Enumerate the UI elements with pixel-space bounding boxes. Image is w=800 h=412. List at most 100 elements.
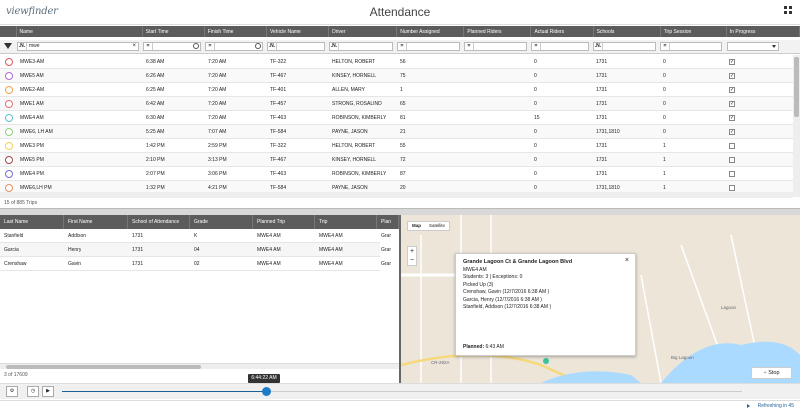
cell-driver: ALLEN, MARY [332,87,365,93]
in-progress-checkbox[interactable] [729,171,735,177]
col-actual-riders[interactable]: Actual Riders [530,26,594,37]
cell-assigned: 72 [400,157,406,163]
col-start-time[interactable]: Start Time [142,26,205,37]
table-row[interactable]: MWE6, LH AM 5:25 AM 7:07 AM TF-584 PAYNE, JA… [0,125,793,139]
timeline-handle[interactable] [262,387,271,396]
cell-actual: 0 [534,101,537,107]
col-plan[interactable]: Plan [377,215,399,229]
col-schools[interactable]: Schools [593,26,661,37]
cell-finish: 7:20 AM [208,101,227,107]
table-row[interactable]: MWE2-AM 6:25 AM 7:20 AM TF-401 ALLEN, MARY 1 0… [0,83,793,97]
in-progress-checkbox[interactable] [729,185,735,191]
table-row[interactable]: MWE4 PM 2:07 PM 3:06 PM TF-463 ROBINSON, KIM… [0,167,793,181]
rider-row[interactable]: Garcia Henry 1731 04 MWE4 AM MWE4 AM Grar [0,243,391,257]
cell-actual: 0 [534,157,537,163]
filter-icon[interactable] [4,43,12,49]
clear-filter-icon[interactable]: × [132,43,136,50]
map-label: CR-292A [431,360,450,365]
col-first-name[interactable]: First Name [64,215,128,229]
actual-filter[interactable]: = [531,42,589,51]
table-row[interactable]: MWE1 AM 6:42 AM 7:20 AM TF-457 STRONG, ROSAL… [0,97,793,111]
col-planned-riders[interactable]: Planned Riders [463,26,532,37]
cell-finish: 7:20 AM [208,115,227,121]
finish-time-filter[interactable]: = [205,42,263,51]
col-last-name[interactable]: Last Name [0,215,64,229]
cell-start: 2:07 PM [146,171,165,177]
route-color-icon [5,142,13,150]
refresh-icon[interactable] [747,404,751,408]
cell-session: 0 [663,101,666,107]
in-progress-checkbox[interactable]: ✓ [729,101,735,107]
cell-actual: 0 [534,143,537,149]
clock-icon: ◷ [30,388,36,394]
cell-first-name: Addison [68,233,87,239]
in-progress-checkbox[interactable] [729,143,735,149]
cell-name: MWE6, LH AM [20,129,53,135]
in-progress-checkbox[interactable] [729,157,735,163]
cell-name: MWE5 PM [20,157,44,163]
map-label: Lagoon [721,305,737,310]
panel-splitter[interactable] [0,208,800,215]
table-row[interactable]: MWE3 PM 1:42 PM 2:59 PM TF-322 HELTON, ROBER… [0,139,793,153]
table-row[interactable]: MWE5 AM 6:26 AM 7:20 AM TF-467 KINSEY, HORNE… [0,69,793,83]
start-time-filter[interactable]: = [143,42,201,51]
cell-plan: Grar [381,261,391,267]
cell-start: 5:25 AM [146,129,165,135]
tab-map[interactable]: Map [408,222,425,230]
table-row[interactable]: MWE5 PM 2:10 PM 3:13 PM TF-467 KINSEY, HORNE… [0,153,793,167]
tab-satellite[interactable]: Satellite [425,222,449,230]
filter-row: .N. mwe × = = .N. .N. = = = .N. = [0,40,800,54]
riders-horizontal-scrollbar[interactable] [0,363,399,369]
cell-last-name: Stanfield [4,233,24,239]
in-progress-checkbox[interactable]: ✓ [729,129,735,135]
col-trip-session[interactable]: Trip Session [660,26,727,37]
cell-driver: KINSEY, HORNELL [332,73,377,79]
rider-row[interactable]: Stanfield Addison 1731 K MWE4 AM MWE4 AM Grar [0,229,391,243]
in-progress-checkbox[interactable]: ✓ [729,87,735,93]
in-progress-checkbox[interactable]: ✓ [729,59,735,65]
driver-filter[interactable]: .N. [329,42,393,51]
stop-button[interactable]: + Stop [751,367,792,379]
vehicle-filter[interactable]: .N. [267,42,325,51]
col-trip[interactable]: Trip [315,215,377,229]
in-progress-checkbox[interactable]: ✓ [729,73,735,79]
rider-row[interactable]: Crenshaw Gavin 1731 02 MWE4 AM MWE4 AM Grar [0,257,391,271]
planned-filter[interactable]: = [464,42,527,51]
close-icon[interactable]: × [625,257,629,265]
cell-vehicle: TF-401 [270,87,287,93]
route-color-icon [5,58,13,66]
grid-menu-icon[interactable] [784,6,792,14]
scrollbar-thumb[interactable] [794,57,799,117]
schools-filter[interactable]: .N. [593,42,656,51]
table-row[interactable]: MWE4 AM 6:30 AM 7:20 AM TF-463 ROBINSON, KIM… [0,111,793,125]
col-number-assigned[interactable]: Number Assigned [396,26,465,37]
table-row[interactable]: MWE3-AM 6:38 AM 7:20 AM TF-322 HELTON, ROBER… [0,55,793,69]
popup-title: Grande Lagoon Ct & Grande Lagoon Blvd [463,259,573,265]
col-driver[interactable]: Driver [328,26,398,37]
assigned-filter[interactable]: = [397,42,460,51]
clock-icon[interactable] [193,43,199,49]
cell-schools: 1731 [596,115,608,121]
cell-start: 6:42 AM [146,101,165,107]
col-planned-trip[interactable]: Planned Trip [253,215,315,229]
zoom-in-button[interactable]: + [408,247,416,256]
clock-icon[interactable] [255,43,261,49]
zoom-out-button[interactable]: − [408,256,416,265]
col-school[interactable]: School of Attendance [128,215,190,229]
route-color-icon [5,114,13,122]
cell-driver: ROBINSON, KIMBERLY [332,171,387,177]
col-name[interactable]: Name [16,26,143,37]
session-filter[interactable]: = [660,42,722,51]
in-progress-filter[interactable] [727,42,779,51]
chevron-down-icon[interactable] [772,45,776,48]
settings-button[interactable]: ⚙ [6,386,18,397]
col-vehicle-name[interactable]: Vehicle Name [266,26,330,37]
horizontal-scrollbar[interactable] [0,192,793,198]
col-grade[interactable]: Grade [190,215,253,229]
play-button[interactable]: ▶ [42,386,54,397]
name-filter-input[interactable]: .N. mwe × [17,42,139,51]
history-button[interactable]: ◷ [27,386,39,397]
col-finish-time[interactable]: Finish Time [204,26,267,37]
in-progress-checkbox[interactable]: ✓ [729,115,735,121]
col-in-progress[interactable]: In Progress [726,26,800,37]
